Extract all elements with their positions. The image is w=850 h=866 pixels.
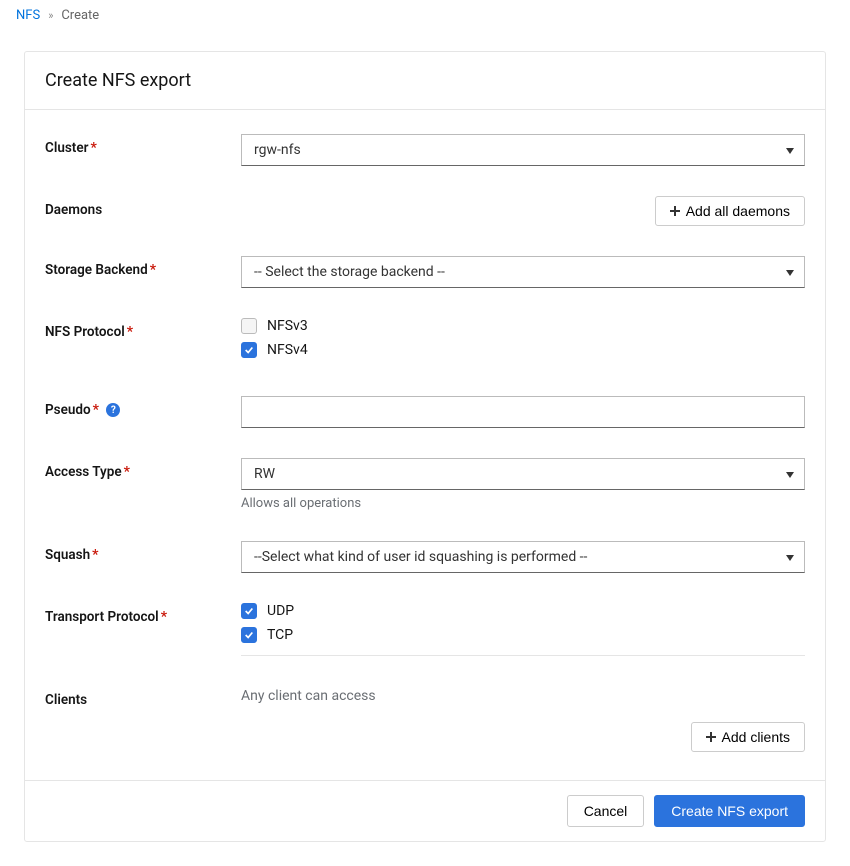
clients-label: Clients — [45, 686, 241, 752]
daemons-label: Daemons — [45, 196, 241, 226]
transport-protocol-label: Transport Protocol* — [45, 603, 241, 656]
nfs-protocol-label: NFS Protocol* — [45, 318, 241, 366]
storage-backend-placeholder: -- Select the storage backend -- — [254, 264, 445, 280]
cancel-button[interactable]: Cancel — [567, 795, 645, 827]
breadcrumb-separator-icon: » — [48, 9, 53, 22]
transport-protocol-row: Transport Protocol* UDP TCP — [45, 603, 805, 656]
create-nfs-export-panel: Create NFS export Cluster* rgw-nfs Daemo… — [24, 51, 826, 842]
access-type-row: Access Type* RW Allows all operations — [45, 458, 805, 511]
add-all-daemons-label: Add all daemons — [686, 203, 790, 219]
required-indicator: * — [150, 262, 156, 278]
squash-label: Squash* — [45, 541, 241, 573]
plus-icon — [706, 729, 716, 745]
required-indicator: * — [127, 324, 133, 340]
access-type-value: RW — [254, 466, 275, 482]
caret-down-icon — [786, 264, 794, 280]
add-all-daemons-button[interactable]: Add all daemons — [655, 196, 805, 226]
nfsv4-checkbox[interactable] — [241, 342, 257, 358]
add-clients-button[interactable]: Add clients — [691, 722, 805, 752]
storage-backend-row: Storage Backend* -- Select the storage b… — [45, 256, 805, 288]
nfs-protocol-row: NFS Protocol* NFSv3 NFSv4 — [45, 318, 805, 366]
nfsv3-checkbox-row: NFSv3 — [241, 318, 805, 334]
tcp-checkbox-row: TCP — [241, 627, 805, 643]
udp-checkbox-row: UDP — [241, 603, 805, 619]
nfsv3-checkbox[interactable] — [241, 318, 257, 334]
clients-row: Clients Any client can access Add client… — [45, 686, 805, 752]
daemons-row: Daemons Add all daemons — [45, 196, 805, 226]
cluster-select-value: rgw-nfs — [254, 142, 301, 158]
squash-row: Squash* --Select what kind of user id sq… — [45, 541, 805, 573]
udp-label: UDP — [267, 603, 294, 619]
storage-backend-label: Storage Backend* — [45, 256, 241, 288]
create-nfs-export-button[interactable]: Create NFS export — [654, 795, 805, 827]
squash-select[interactable]: --Select what kind of user id squashing … — [241, 541, 805, 573]
pseudo-row: Pseudo* ? — [45, 396, 805, 428]
help-icon[interactable]: ? — [106, 403, 120, 417]
squash-placeholder: --Select what kind of user id squashing … — [254, 549, 587, 565]
storage-backend-select[interactable]: -- Select the storage backend -- — [241, 256, 805, 288]
required-indicator: * — [161, 609, 167, 625]
page-title: Create NFS export — [25, 52, 825, 110]
cluster-row: Cluster* rgw-nfs — [45, 134, 805, 166]
divider — [241, 655, 805, 656]
required-indicator: * — [124, 464, 130, 480]
clients-help-text: Any client can access — [241, 686, 805, 704]
access-type-select[interactable]: RW — [241, 458, 805, 490]
cluster-select[interactable]: rgw-nfs — [241, 134, 805, 166]
required-indicator: * — [92, 547, 98, 563]
nfsv4-label: NFSv4 — [267, 342, 308, 358]
nfsv3-label: NFSv3 — [267, 318, 308, 334]
cluster-label: Cluster* — [45, 134, 241, 166]
caret-down-icon — [786, 549, 794, 565]
add-clients-label: Add clients — [722, 729, 790, 745]
required-indicator: * — [93, 402, 99, 418]
tcp-checkbox[interactable] — [241, 627, 257, 643]
access-type-label: Access Type* — [45, 458, 241, 511]
breadcrumb-current: Create — [61, 8, 99, 23]
nfsv4-checkbox-row: NFSv4 — [241, 342, 805, 358]
caret-down-icon — [786, 466, 794, 482]
required-indicator: * — [90, 140, 96, 156]
pseudo-label: Pseudo* ? — [45, 396, 241, 428]
caret-down-icon — [786, 142, 794, 158]
tcp-label: TCP — [267, 627, 293, 643]
udp-checkbox[interactable] — [241, 603, 257, 619]
breadcrumb-root-link[interactable]: NFS — [16, 8, 40, 23]
access-type-help: Allows all operations — [241, 496, 805, 511]
panel-footer: Cancel Create NFS export — [25, 780, 825, 841]
breadcrumb: NFS » Create — [0, 0, 850, 31]
pseudo-input[interactable] — [241, 396, 805, 428]
plus-icon — [670, 203, 680, 219]
